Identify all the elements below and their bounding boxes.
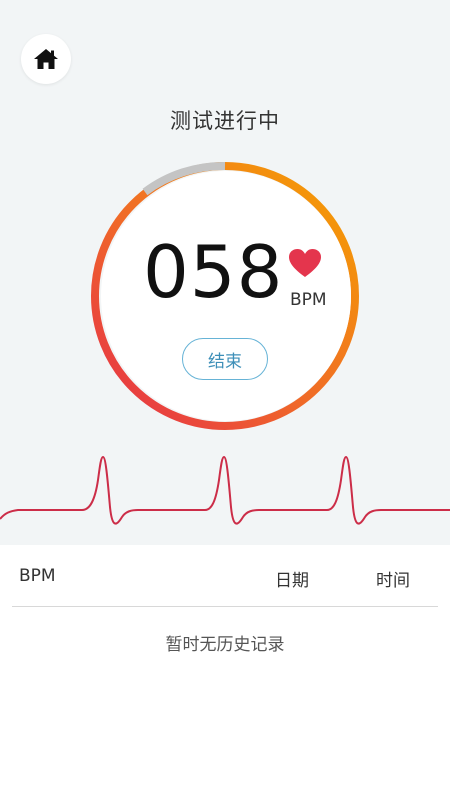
- home-button[interactable]: [21, 34, 71, 84]
- bpm-unit-label: BPM: [290, 290, 327, 310]
- home-icon: [34, 49, 58, 69]
- test-status-title: 测试进行中: [170, 109, 280, 133]
- column-date: 日期: [275, 571, 309, 591]
- column-bpm: BPM: [19, 566, 56, 586]
- empty-history-message: 暂时无历史记录: [165, 635, 285, 655]
- ecg-waveform: [0, 455, 450, 525]
- end-button[interactable]: 结束: [182, 338, 268, 380]
- divider: [12, 606, 438, 607]
- history-header: BPM 日期 时间: [0, 560, 450, 591]
- bpm-value: 058: [143, 230, 284, 314]
- heart-icon: [289, 249, 321, 277]
- column-time: 时间: [376, 571, 410, 591]
- measurement-panel: 测试进行中 058 BPM 结束: [0, 0, 450, 545]
